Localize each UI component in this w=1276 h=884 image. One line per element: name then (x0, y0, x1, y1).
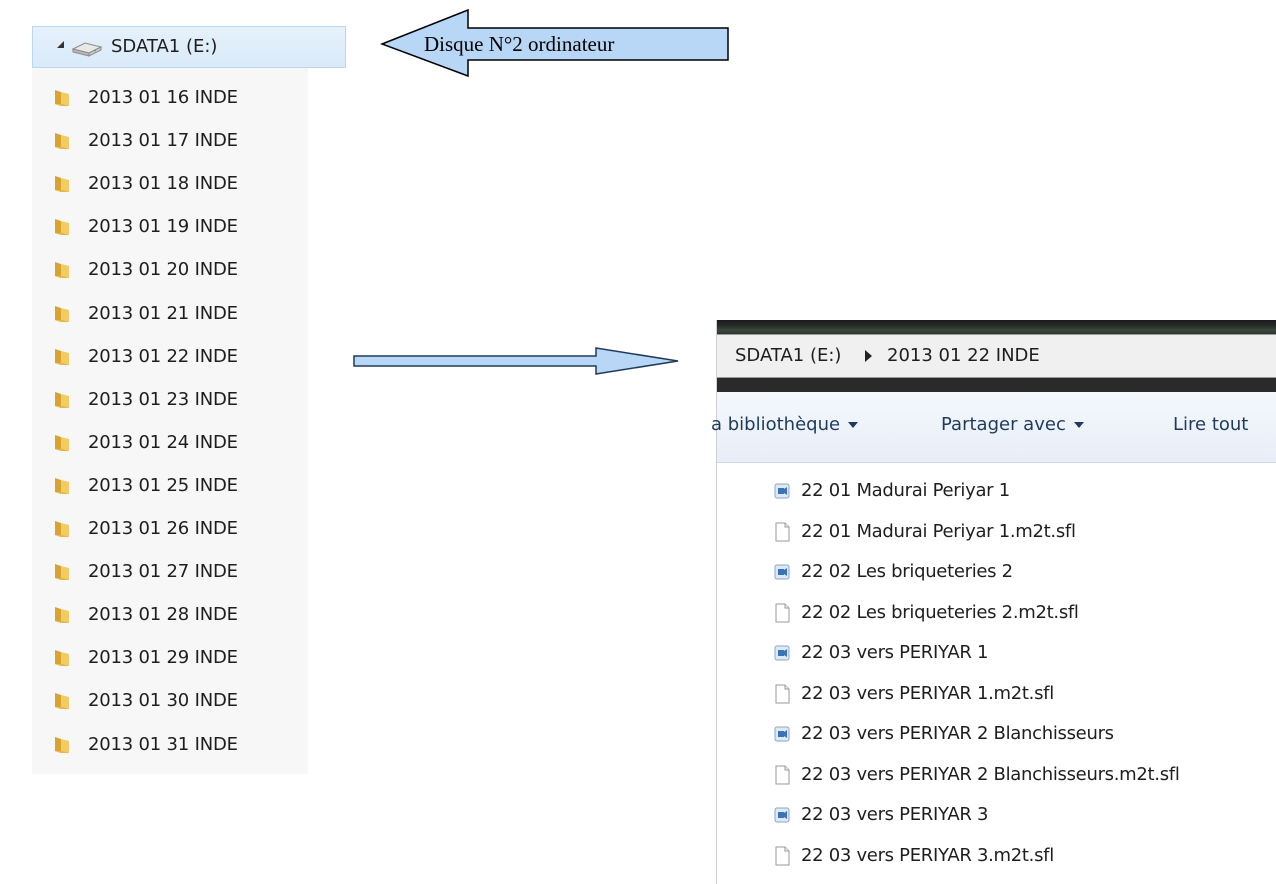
tree-item-folder[interactable]: 2013 01 21 INDE (32, 296, 308, 332)
chevron-down-icon (848, 422, 859, 428)
tree-item-folder[interactable]: 2013 01 26 INDE (32, 511, 308, 547)
tree-item-folder[interactable]: 2013 01 20 INDE (32, 252, 308, 288)
address-bar: SDATA1 (E:) 2013 01 22 INDE (717, 320, 1276, 392)
file-name: 22 03 vers PERIYAR 3.m2t.sfl (801, 844, 1054, 866)
folder-icon (55, 391, 69, 408)
folder-label: 2013 01 19 INDE (88, 216, 238, 238)
file-row[interactable]: 22 02 Les briqueteries 2.m2t.sfl (773, 596, 1273, 630)
tree-item-folder[interactable]: 2013 01 24 INDE (32, 425, 308, 461)
folder-label: 2013 01 29 INDE (88, 647, 238, 669)
tree-item-folder[interactable]: 2013 01 31 INDE (32, 727, 308, 763)
breadcrumb-separator-icon[interactable] (865, 350, 872, 362)
folder-label: 2013 01 26 INDE (88, 518, 238, 539)
file-row[interactable]: 22 03 vers PERIYAR 3.m2t.sfl (773, 839, 1273, 873)
folder-icon (55, 607, 69, 624)
folder-icon (55, 434, 69, 451)
drive-label: SDATA1 (E:) (111, 36, 218, 57)
video-file-icon (774, 645, 790, 661)
tree-item-folder[interactable]: 2013 01 28 INDE (32, 597, 308, 633)
folder-icon (55, 262, 69, 279)
folder-icon (55, 176, 69, 193)
folder-label: 2013 01 31 INDE (88, 733, 238, 755)
folder-icon (55, 564, 69, 581)
folder-label: 2013 01 22 INDE (88, 345, 238, 367)
share-with-button[interactable]: Partager avec (941, 414, 1084, 435)
include-in-library-button[interactable]: a bibliothèque (711, 414, 859, 435)
tree-item-folder[interactable]: 2013 01 29 INDE (32, 640, 308, 676)
file-name: 22 03 vers PERIYAR 2 Blanchisseurs.m2t.s… (801, 763, 1180, 785)
file-row[interactable]: 22 01 Madurai Periyar 1.m2t.sfl (773, 515, 1273, 549)
blank-file-icon (775, 765, 790, 784)
folder-icon (55, 650, 69, 667)
connector-arrow (353, 347, 679, 375)
folder-icon (55, 736, 69, 753)
folder-label: 2013 01 23 INDE (88, 388, 238, 410)
breadcrumb-item-drive[interactable]: SDATA1 (E:) (735, 345, 841, 366)
video-file-icon (774, 483, 790, 499)
folder-icon (55, 133, 69, 150)
drive-icon (71, 42, 103, 57)
tree-item-folder[interactable]: 2013 01 17 INDE (32, 123, 308, 159)
expand-arrow-icon[interactable] (57, 41, 64, 48)
callout-label: Disque N°2 ordinateur (424, 32, 615, 56)
tree-item-folder[interactable]: 2013 01 16 INDE (32, 80, 308, 116)
chevron-down-icon (1073, 422, 1084, 428)
folder-label: 2013 01 21 INDE (88, 302, 238, 324)
breadcrumb-item-folder[interactable]: 2013 01 22 INDE (887, 345, 1040, 366)
folder-icon (55, 521, 69, 537)
file-row[interactable]: 22 03 vers PERIYAR 2 Blanchisseurs.m2t.s… (773, 758, 1273, 792)
file-row[interactable]: 22 03 vers PERIYAR 1.m2t.sfl (773, 677, 1273, 711)
folder-icon (55, 477, 69, 494)
folder-label: 2013 01 17 INDE (88, 130, 238, 152)
file-name: 22 01 Madurai Periyar 1.m2t.sfl (801, 520, 1076, 542)
file-row[interactable]: 22 01 Madurai Periyar 1 (773, 474, 1273, 508)
folder-label: 2013 01 28 INDE (88, 604, 238, 626)
video-file-icon (774, 807, 790, 823)
folder-label: 2013 01 25 INDE (88, 474, 238, 496)
breadcrumb[interactable]: SDATA1 (E:) 2013 01 22 INDE (717, 334, 1276, 378)
tree-item-folder[interactable]: 2013 01 25 INDE (32, 468, 308, 504)
folder-label: 2013 01 20 INDE (88, 259, 238, 281)
blank-file-icon (775, 684, 790, 703)
tree-item-folder[interactable]: 2013 01 22 INDE (32, 339, 308, 375)
folder-icon (55, 348, 69, 365)
blank-file-icon (775, 846, 790, 865)
tree-item-folder[interactable]: 2013 01 18 INDE (32, 166, 308, 202)
tree-item-folder[interactable]: 2013 01 19 INDE (32, 209, 308, 245)
command-toolbar: a bibliothèque Partager avec Lire tout (711, 392, 1276, 463)
file-row[interactable]: 22 03 vers PERIYAR 2 Blanchisseurs (773, 717, 1273, 751)
folder-icon (55, 90, 69, 106)
file-name: 22 03 vers PERIYAR 1 (801, 642, 989, 663)
file-name: 22 02 Les briqueteries 2.m2t.sfl (801, 601, 1079, 623)
blank-file-icon (775, 603, 790, 622)
play-all-button[interactable]: Lire tout (1173, 414, 1248, 435)
tree-item-folder[interactable]: 2013 01 23 INDE (32, 382, 308, 418)
folder-label: 2013 01 24 INDE (88, 431, 238, 453)
folder-label: 2013 01 27 INDE (88, 561, 238, 583)
folder-icon (55, 305, 69, 322)
folder-label: 2013 01 30 INDE (88, 690, 238, 712)
folder-icon (55, 219, 69, 236)
tree-item-drive-sdata1[interactable]: SDATA1 (E:) (32, 26, 346, 68)
file-name: 22 03 vers PERIYAR 2 Blanchisseurs (801, 723, 1114, 744)
folder-icon (55, 693, 69, 710)
explorer-window: SDATA1 (E:) 2013 01 22 INDE a bibliothèq… (711, 320, 1276, 884)
partially-hidden-row (92, 68, 292, 74)
tree-item-folder[interactable]: 2013 01 27 INDE (32, 554, 308, 590)
video-file-icon (774, 726, 790, 742)
blank-file-icon (775, 522, 790, 541)
video-file-icon (774, 564, 790, 580)
file-name: 22 03 vers PERIYAR 3 (801, 804, 989, 825)
navigation-tree: SDATA1 (E:) 2013 01 16 INDE 2013 01 17 IN… (32, 26, 346, 774)
tree-item-folder[interactable]: 2013 01 30 INDE (32, 683, 308, 719)
file-row[interactable]: 22 03 vers PERIYAR 1 (773, 636, 1273, 670)
file-row[interactable]: 22 03 vers PERIYAR 3 (773, 798, 1273, 832)
file-name: 22 03 vers PERIYAR 1.m2t.sfl (801, 682, 1054, 704)
file-row[interactable]: 22 02 Les briqueteries 2 (773, 555, 1273, 589)
file-name: 22 01 Madurai Periyar 1 (801, 480, 1010, 501)
folder-label: 2013 01 16 INDE (88, 87, 238, 108)
file-name: 22 02 Les briqueteries 2 (801, 561, 1013, 582)
folder-label: 2013 01 18 INDE (88, 173, 238, 195)
